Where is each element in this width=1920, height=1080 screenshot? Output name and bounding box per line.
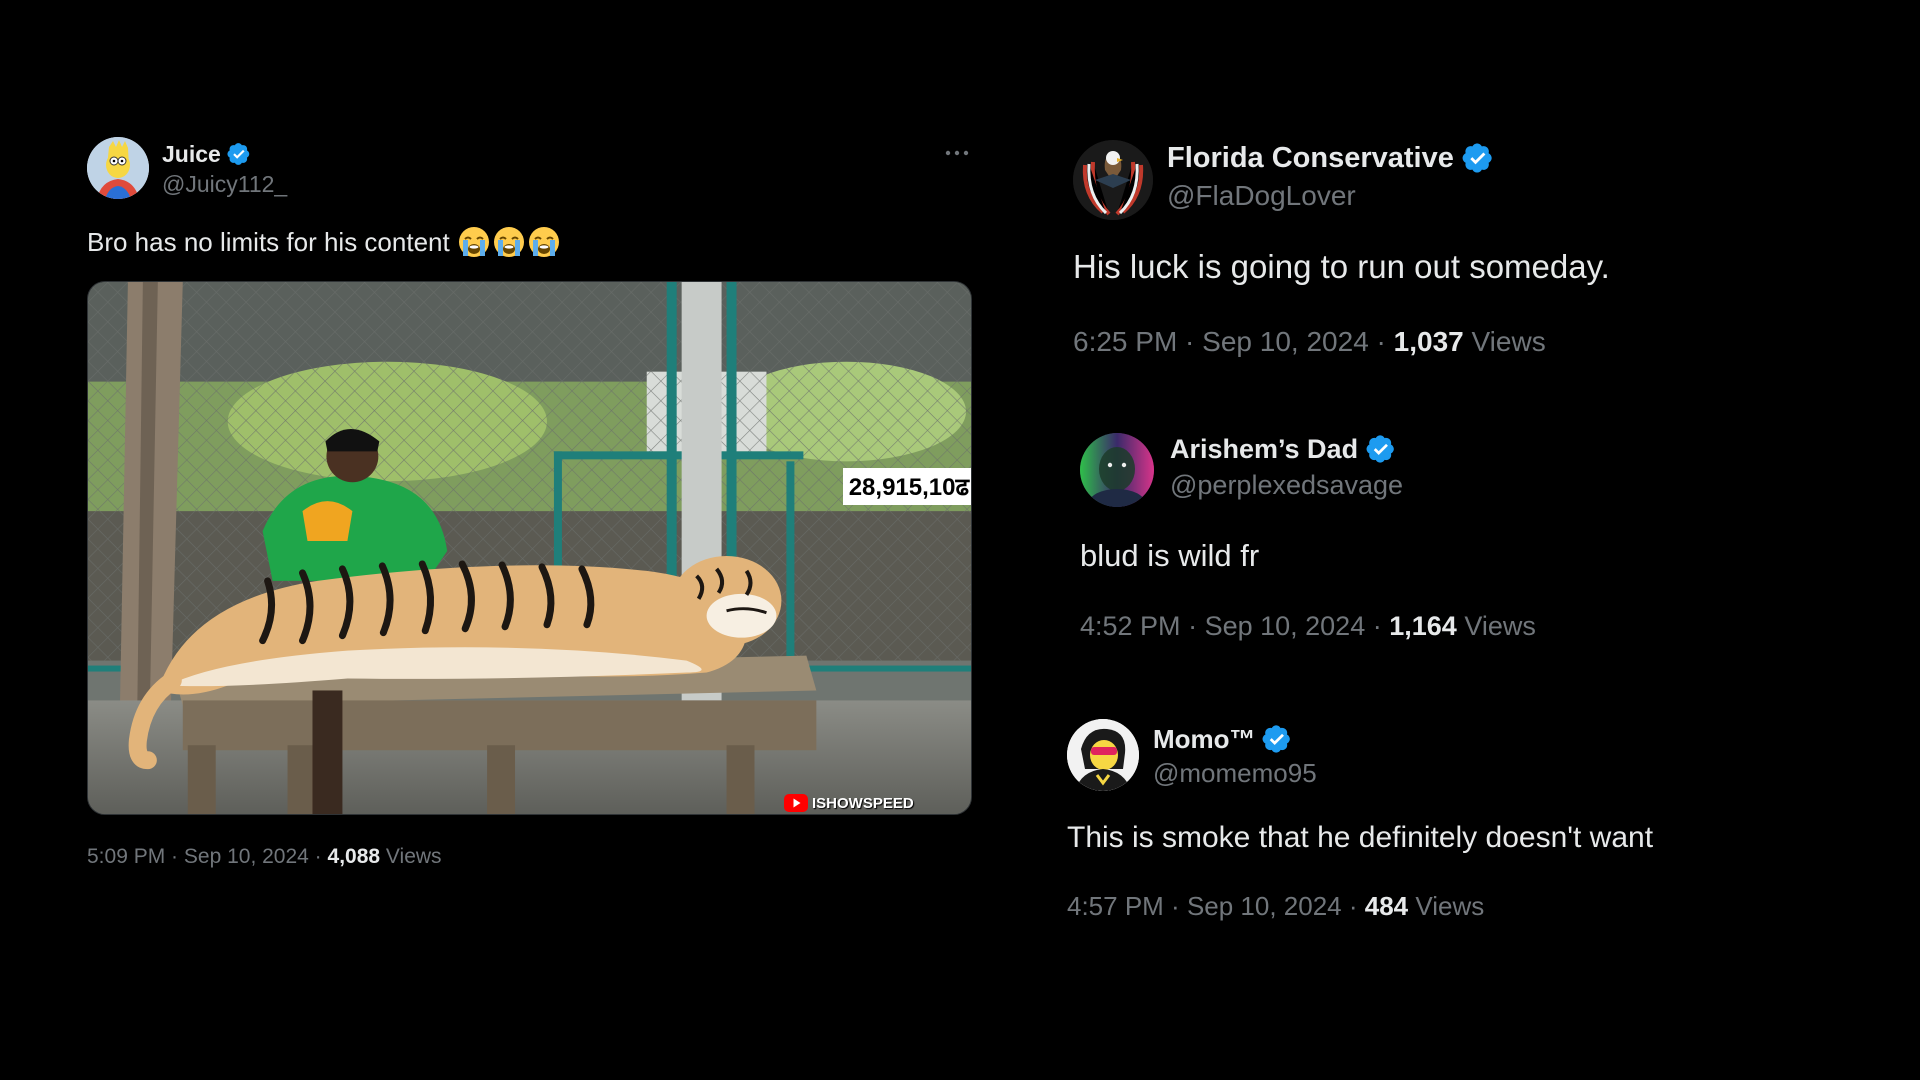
avatar[interactable] xyxy=(87,137,149,199)
avatar[interactable] xyxy=(1080,433,1154,507)
views-label: Views xyxy=(1471,326,1546,357)
tweet-media-image[interactable]: 28,915,10ढ ISHOWSPEED xyxy=(87,281,972,815)
timestamp-time[interactable]: 6:25 PM xyxy=(1073,326,1177,357)
channel-watermark: ISHOWSPEED xyxy=(784,794,914,812)
views-count: 1,037 xyxy=(1393,326,1464,357)
timestamp-date[interactable]: Sep 10, 2024 xyxy=(1205,611,1366,641)
loudly-crying-face-icon xyxy=(528,226,560,258)
verified-badge-icon[interactable] xyxy=(1366,434,1396,464)
handle[interactable]: @perplexedsavage xyxy=(1170,470,1403,501)
live-view-counter: 28,915,10ढ xyxy=(842,468,971,505)
handle[interactable]: @momemo95 xyxy=(1153,758,1317,789)
tweet-text-body: Bro has no limits for his content xyxy=(87,227,450,257)
display-name[interactable]: Arishem’s Dad xyxy=(1170,434,1358,465)
loudly-crying-face-icon xyxy=(493,226,525,258)
tweet-text: This is smoke that he definitely doesn't… xyxy=(1067,821,1654,854)
handle[interactable]: @Juicy112_ xyxy=(162,171,287,198)
timestamp-time[interactable]: 4:57 PM xyxy=(1067,891,1164,921)
views-label: Views xyxy=(1415,891,1485,921)
views-count: 484 xyxy=(1364,891,1409,921)
author-name-row: Momo™ xyxy=(1153,722,1292,756)
display-name[interactable]: Florida Conservative xyxy=(1167,142,1454,175)
tweet-meta: 4:52 PM · Sep 10, 2024 · 1,164 Views xyxy=(1080,611,1536,641)
display-name[interactable]: Juice xyxy=(162,141,221,168)
timestamp-date[interactable]: Sep 10, 2024 xyxy=(184,845,309,868)
reply-tweet: Florida Conservative @FlaDogLover His lu… xyxy=(1060,130,1860,370)
tweet-meta: 6:25 PM · Sep 10, 2024 · 1,037 Views xyxy=(1073,326,1546,357)
timestamp-date[interactable]: Sep 10, 2024 xyxy=(1187,891,1342,921)
more-options-icon[interactable] xyxy=(944,146,970,160)
loudly-crying-face-icon xyxy=(458,226,490,258)
verified-badge-icon[interactable] xyxy=(1462,142,1494,174)
avatar[interactable] xyxy=(1073,140,1153,220)
author-name-row: Florida Conservative xyxy=(1167,140,1494,176)
verified-badge-icon[interactable] xyxy=(227,142,251,166)
watermark-text: ISHOWSPEED xyxy=(812,794,914,812)
main-tweet: Juice @Juicy112_ Bro has no limits for h… xyxy=(0,0,1000,900)
views-count: 1,164 xyxy=(1389,611,1457,641)
author-name-row: Arishem’s Dad xyxy=(1170,432,1396,466)
timestamp-time[interactable]: 4:52 PM xyxy=(1080,611,1181,641)
tweet-text: blud is wild fr xyxy=(1080,538,1260,573)
timestamp-time[interactable]: 5:09 PM xyxy=(87,845,165,868)
handle[interactable]: @FlaDogLover xyxy=(1167,180,1356,212)
avatar[interactable] xyxy=(1067,719,1139,791)
views-label: Views xyxy=(385,845,442,868)
reply-tweet: Momo™ @momemo95 This is smoke that he de… xyxy=(1060,715,1860,935)
tweet-meta: 4:57 PM · Sep 10, 2024 · 484 Views xyxy=(1067,891,1485,921)
timestamp-date[interactable]: Sep 10, 2024 xyxy=(1202,326,1369,357)
reply-tweet: Arishem’s Dad @perplexedsavage blud is w… xyxy=(1060,425,1860,645)
display-name[interactable]: Momo™ xyxy=(1153,724,1256,755)
verified-badge-icon[interactable] xyxy=(1262,724,1292,754)
views-label: Views xyxy=(1464,611,1536,641)
youtube-icon xyxy=(784,794,808,812)
tweet-text: His luck is going to run out someday. xyxy=(1073,248,1610,285)
author-name-row: Juice xyxy=(162,139,251,169)
tweet-text: Bro has no limits for his content xyxy=(87,225,560,259)
tweet-meta: 5:09 PM · Sep 10, 2024 · 4,088 Views xyxy=(87,845,442,868)
views-count: 4,088 xyxy=(327,845,381,868)
